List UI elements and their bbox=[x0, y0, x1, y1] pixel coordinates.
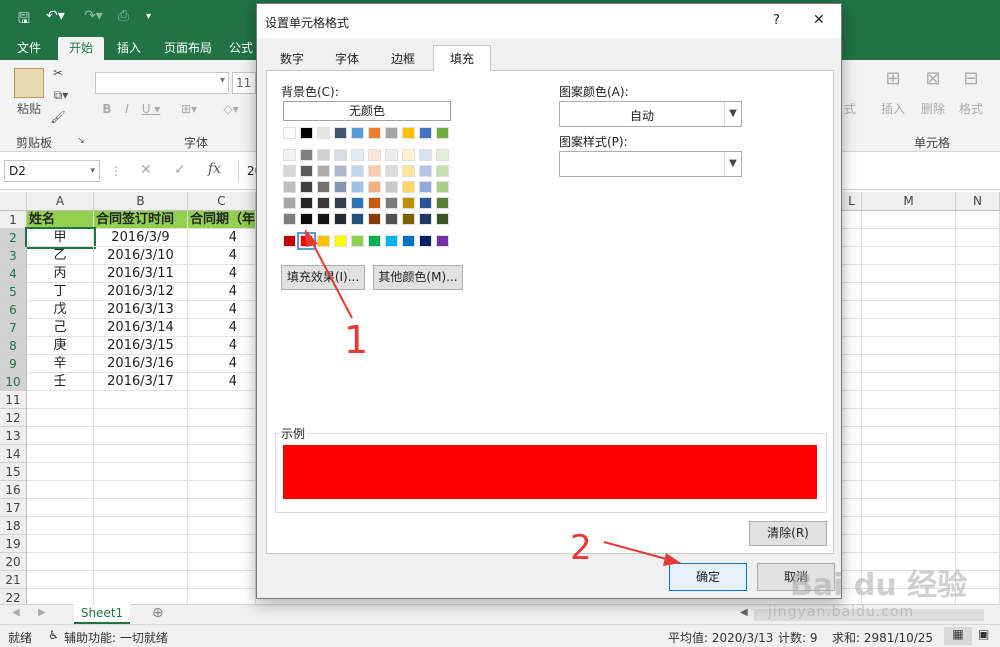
arrow-2-head bbox=[663, 553, 681, 566]
annotation-arrows bbox=[305, 229, 681, 566]
watermark-brand: Bai du 经验 bbox=[790, 568, 968, 603]
arrow-1-head bbox=[305, 229, 318, 247]
watermark-url: jingyan.baidu.com bbox=[768, 604, 915, 620]
dialog-tab-fill[interactable]: 填充 bbox=[433, 45, 491, 71]
annotation-step-1: 1 bbox=[344, 318, 369, 362]
arrow-1-line bbox=[309, 237, 353, 319]
arrow-2-line bbox=[603, 541, 671, 561]
annotation-step-2: 2 bbox=[570, 528, 592, 568]
